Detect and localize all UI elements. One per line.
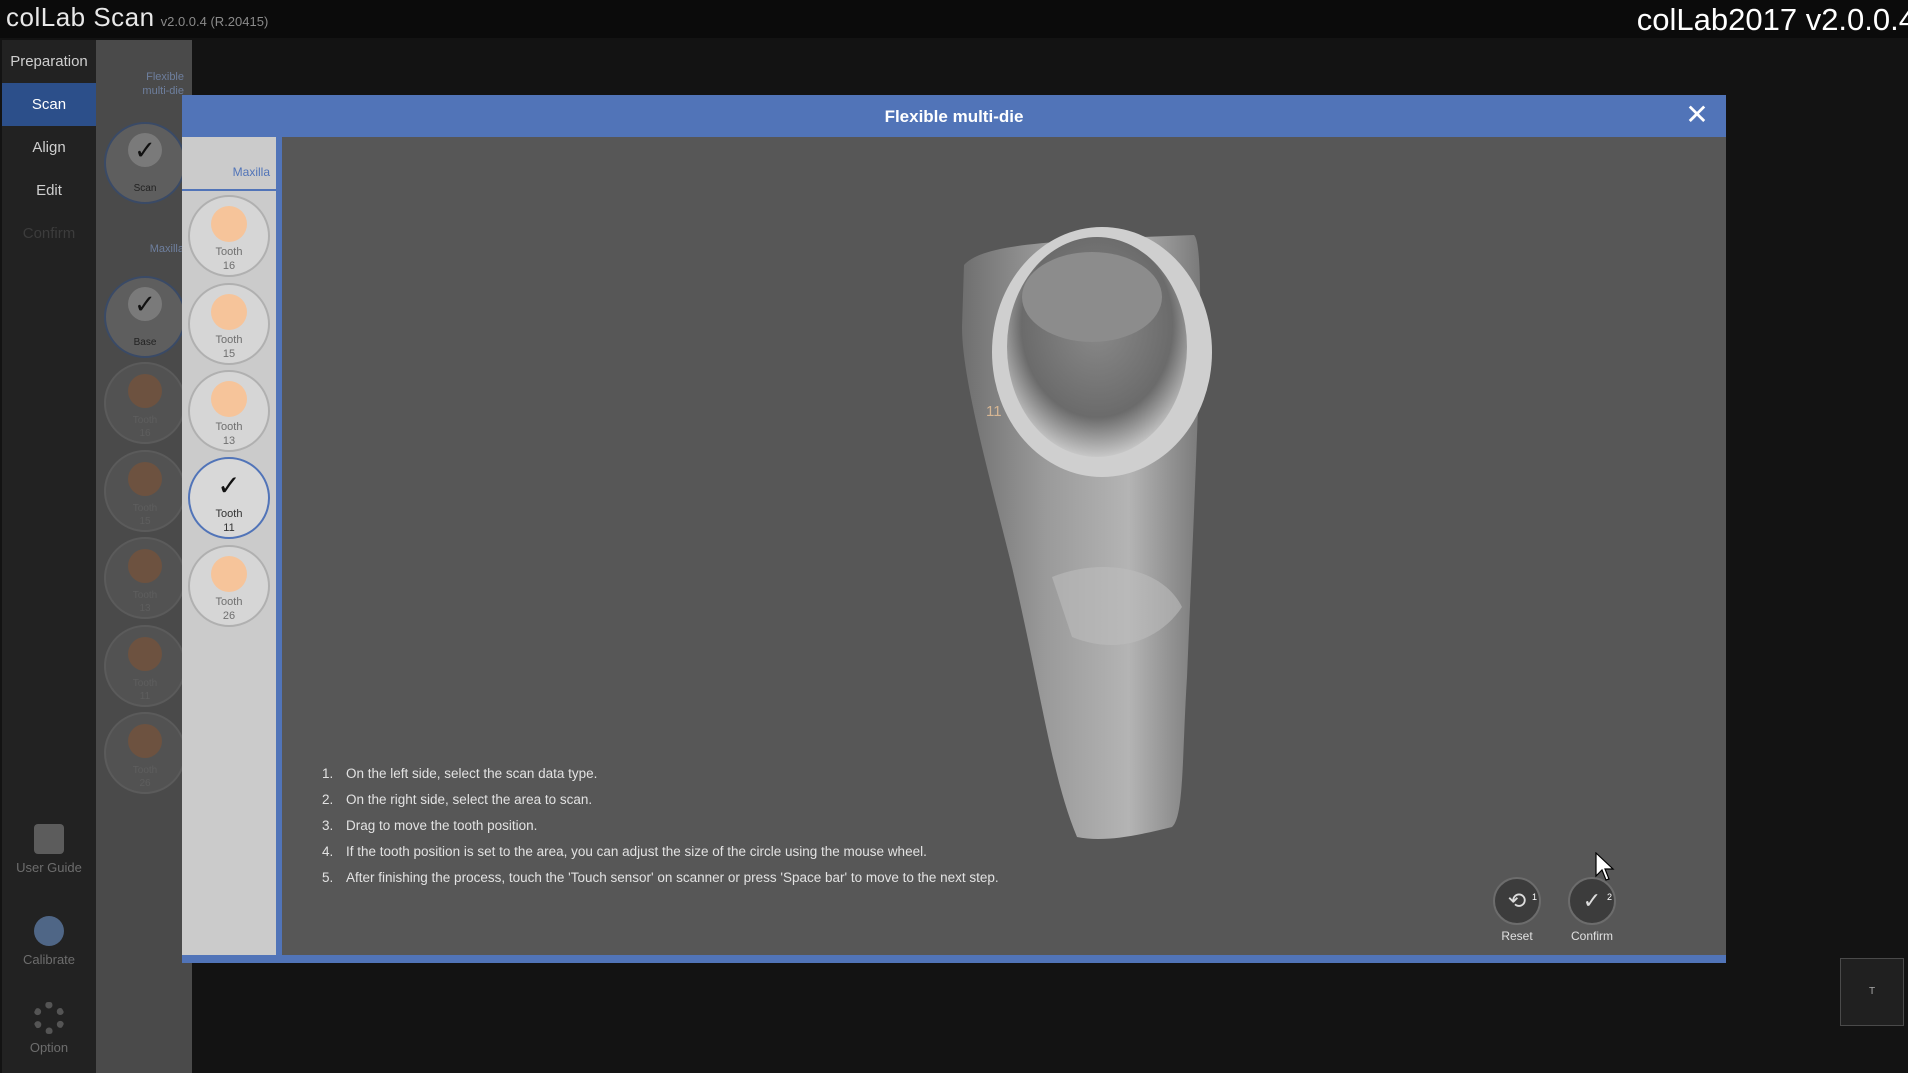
panel-header-multidie: Flexible multi-die [142, 70, 184, 98]
check-icon: ✓ [128, 133, 162, 167]
panel-header-line2: multi-die [142, 85, 184, 97]
step-confirm: Confirm [22, 225, 76, 242]
model-tooth-tag: 11 [986, 403, 1002, 420]
dialog-title: Flexible multi-die [884, 107, 1024, 126]
user-guide-button[interactable]: User Guide [2, 824, 96, 875]
option-label: Option [29, 1040, 69, 1055]
tooth-icon [128, 462, 162, 496]
instruction-item: 2. On the right side, select the area to … [322, 792, 593, 807]
workflow-steps: Preparation Scan Align Edit Confirm User… [2, 40, 96, 1073]
tooth-label: Tooth 26 [215, 596, 243, 622]
panel-header-line1: Flexible [146, 71, 184, 83]
3d-viewport[interactable]: 11 1. On the left side, select the scan d… [282, 137, 1726, 955]
instruction-item: 4. If the tooth position is set to the ar… [322, 844, 927, 859]
step-edit[interactable]: Edit [2, 169, 96, 212]
tooth-label: Tooth 15 [215, 334, 243, 360]
option-button[interactable]: Option [2, 1002, 96, 1055]
check-icon: ✓ 2 [1568, 877, 1616, 925]
calibrate-label: Calibrate [22, 952, 76, 967]
maxilla-label: Maxilla [232, 165, 270, 179]
confirm-button[interactable]: ✓ 2 Confirm [1557, 877, 1627, 943]
user-guide-icon [34, 824, 64, 854]
step-align[interactable]: Align [2, 126, 96, 169]
reset-button[interactable]: ⟲ 1 Reset [1482, 877, 1552, 943]
scan-item-tooth-26[interactable]: Tooth 26 [104, 712, 186, 794]
scan-item-base[interactable]: ✓ Base [104, 276, 186, 358]
scan-item-tooth-13[interactable]: Tooth 13 [104, 537, 186, 619]
scan-item-tooth-16[interactable]: Tooth 16 [104, 362, 186, 444]
app-name: colLab Scan [6, 2, 155, 32]
tooth-item-13[interactable]: Tooth 13 [188, 370, 270, 452]
scan-type-panel: Flexible multi-die Maxilla ✓ Scan ✓ Base… [96, 40, 192, 1073]
tooth-label: Tooth 11 [215, 508, 243, 534]
calibrate-button[interactable]: Calibrate [2, 916, 96, 967]
tooth-label: Tooth 13 [215, 421, 243, 447]
tooth-icon [211, 294, 247, 330]
mouse-cursor-icon [1595, 852, 1615, 881]
scan-item-scan[interactable]: ✓ Scan [104, 122, 186, 204]
instruction-item: 1. On the left side, select the scan data… [322, 766, 598, 781]
confirm-label: Confirm [1570, 929, 1613, 943]
dialog-header: Flexible multi-die ✕ [182, 95, 1726, 137]
dialog-bottom-border [182, 955, 1726, 963]
calibrate-icon [34, 916, 64, 946]
corner-title: colLab2017 v2.0.0.4 [1636, 2, 1908, 37]
user-guide-label: User Guide [16, 860, 82, 875]
instructions-list: 1. On the left side, select the scan data… [322, 761, 1132, 891]
tooth-icon [211, 556, 247, 592]
step-scan[interactable]: Scan [2, 83, 96, 126]
title-bar: colLab Scan v2.0.0.4 (R.20415) colLab2017… [0, 0, 1908, 38]
app-version: v2.0.0.4 (R.20415) [160, 14, 269, 29]
reset-label: Reset [1501, 929, 1533, 943]
flexible-multidie-dialog: Flexible multi-die ✕ Maxilla Tooth 16 Too… [182, 95, 1726, 963]
tooth-icon [128, 637, 162, 671]
gear-icon [33, 1002, 65, 1034]
reset-badge: 1 [1531, 892, 1537, 902]
check-icon: ✓ [217, 470, 241, 501]
tooth-icon [128, 374, 162, 408]
tooth-item-26[interactable]: Tooth 26 [188, 545, 270, 627]
check-icon: ✓ [128, 287, 162, 321]
tooth-item-15[interactable]: Tooth 15 [188, 283, 270, 365]
scan-item-tooth-11[interactable]: Tooth 11 [104, 625, 186, 707]
instruction-item: 5. After finishing the process, touch the… [322, 870, 999, 885]
close-icon[interactable]: ✕ [1684, 101, 1710, 129]
scan-item-label: Tooth 16 [132, 415, 158, 439]
scan-item-tooth-15[interactable]: Tooth 15 [104, 450, 186, 532]
history-icon: ⟲ 1 [1493, 877, 1541, 925]
tooth-icon [128, 549, 162, 583]
tooth-label: Tooth 16 [215, 246, 243, 272]
tooth-item-11[interactable]: ✓ Tooth 11 [188, 457, 270, 539]
view-cube[interactable]: T [1840, 958, 1904, 1026]
scan-item-label: Scan [133, 183, 157, 194]
scan-item-label: Tooth 26 [132, 765, 158, 789]
scan-item-label: Tooth 11 [132, 678, 158, 702]
tooth-icon [211, 206, 247, 242]
tooth-list-header: Maxilla [182, 159, 276, 191]
tooth-icon [128, 724, 162, 758]
scan-item-label: Base [133, 337, 157, 348]
app-title: colLab Scan v2.0.0.4 (R.20415) [6, 2, 268, 33]
instruction-item: 3. Drag to move the tooth position. [322, 818, 538, 833]
tooth-item-16[interactable]: Tooth 16 [188, 195, 270, 277]
tooth-icon [211, 381, 247, 417]
step-preparation[interactable]: Preparation [2, 40, 96, 83]
scan-item-label: Tooth 13 [132, 590, 158, 614]
scan-item-label: Tooth 15 [132, 503, 158, 527]
panel-header-maxilla: Maxilla [149, 243, 184, 255]
tooth-list: Maxilla Tooth 16 Tooth 15 Tooth 13 ✓ Tooth 1… [182, 137, 282, 955]
